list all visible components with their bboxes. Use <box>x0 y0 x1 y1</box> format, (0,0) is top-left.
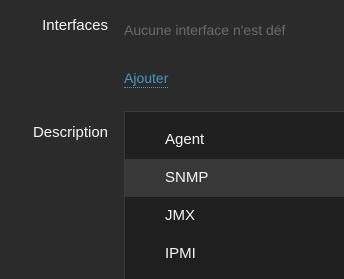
add-interface-link[interactable]: Ajouter <box>124 69 169 88</box>
description-label: Description <box>32 124 108 141</box>
dropdown-item-ipmi[interactable]: IPMI <box>125 235 344 273</box>
dropdown-item-jmx[interactable]: JMX <box>125 197 344 235</box>
interface-type-dropdown: Agent SNMP JMX IPMI <box>124 111 344 279</box>
interfaces-label: Interfaces <box>42 17 108 34</box>
interfaces-empty-message: Aucune interface n'est déf <box>124 22 286 38</box>
interface-form: Interfaces Aucune interface n'est déf Aj… <box>0 0 344 279</box>
dropdown-item-agent[interactable]: Agent <box>125 121 344 159</box>
dropdown-item-snmp[interactable]: SNMP <box>125 159 344 197</box>
